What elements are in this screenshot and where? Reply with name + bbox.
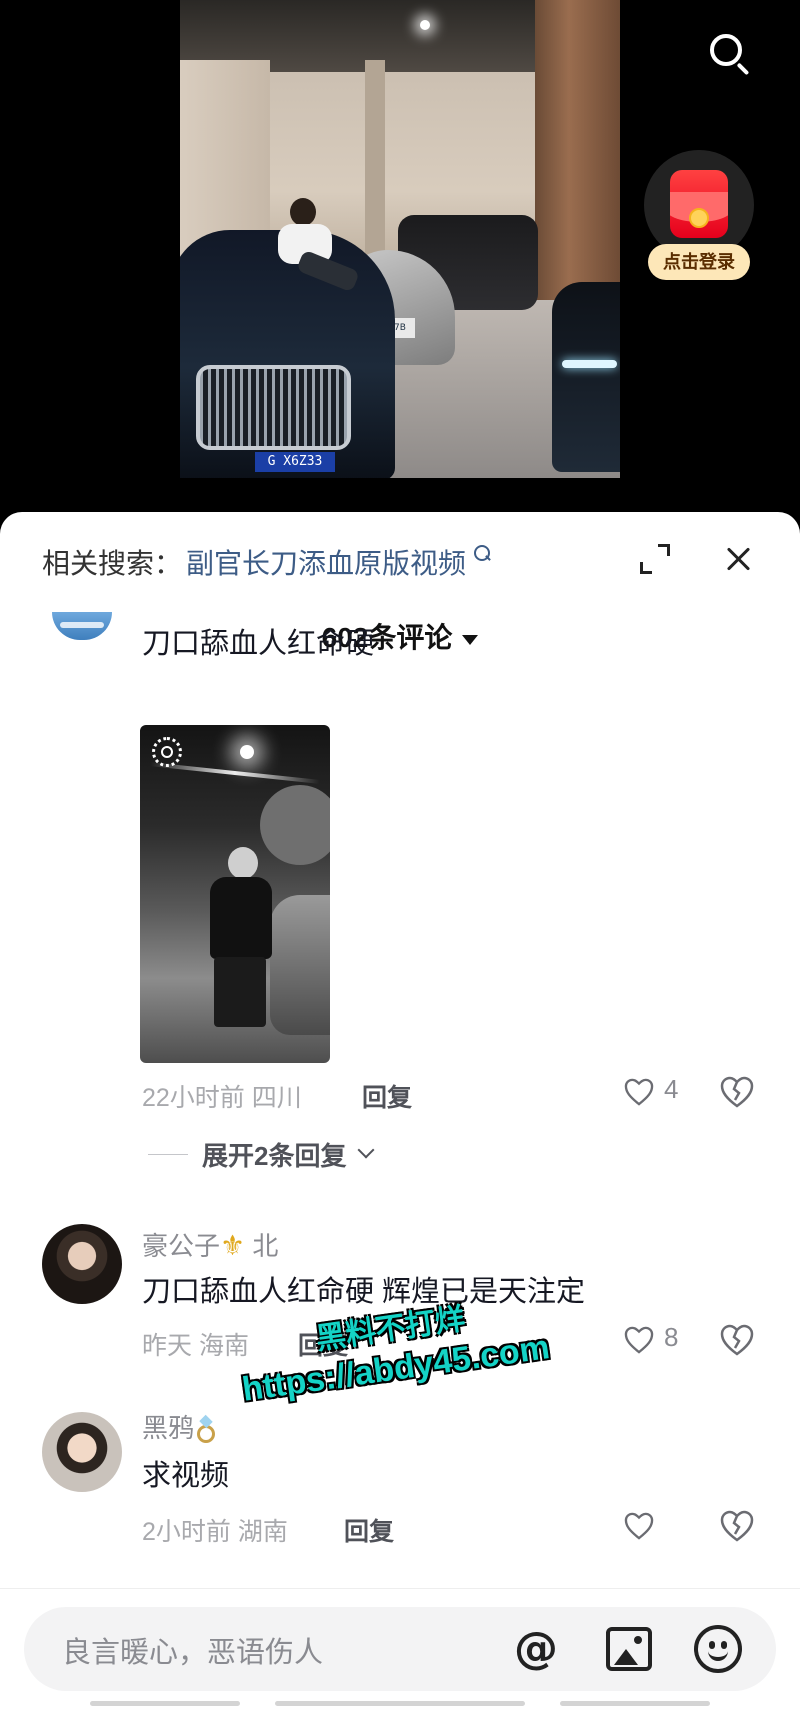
reply-button[interactable]: 回复 <box>344 1512 394 1548</box>
comment-image[interactable] <box>140 725 330 1063</box>
heart-icon <box>624 1512 654 1540</box>
comment-input[interactable]: 良言暖心，恶语伤人 @ <box>24 1607 776 1691</box>
avatar[interactable] <box>42 1412 122 1492</box>
garage-column <box>365 60 385 260</box>
related-search-label: 相关搜索： <box>42 548 183 579</box>
comment-text: 刀口舔血人红命硬 <box>142 628 375 660</box>
heart-icon <box>624 1326 654 1354</box>
car-right <box>552 282 620 472</box>
close-icon[interactable] <box>724 544 754 574</box>
comment-text: 求视频 <box>142 1460 230 1492</box>
username-suffix: 北 <box>252 1231 279 1261</box>
search-icon[interactable] <box>704 28 752 76</box>
car-grille <box>196 365 351 450</box>
ceiling-light <box>420 20 430 30</box>
related-search-link[interactable]: 副官长刀添血原版视频 <box>186 542 466 582</box>
license-plate: G X6Z33 <box>255 452 335 472</box>
emoji-icon[interactable] <box>694 1625 742 1673</box>
login-button[interactable]: 点击登录 <box>648 244 750 280</box>
fleur-de-lis-icon: ⚜ <box>220 1230 246 1261</box>
person-figure <box>278 198 360 298</box>
like-button[interactable]: 8 <box>620 1320 700 1360</box>
dislike-icon[interactable] <box>720 1510 754 1542</box>
related-search[interactable]: 相关搜索： 副官长刀添血原版视频 <box>42 542 492 582</box>
person-head <box>290 198 316 226</box>
like-button[interactable] <box>620 1506 700 1546</box>
username-text: 黑鸦 <box>142 1413 195 1443</box>
avatar[interactable] <box>42 1224 122 1304</box>
comment-time-location: 22小时前 四川 <box>142 1084 302 1112</box>
person-head <box>228 847 258 879</box>
home-indicator <box>275 1701 525 1706</box>
comment-count-sort[interactable]: 602条评论 <box>0 616 800 656</box>
person-legs <box>214 957 266 1027</box>
comment-sheet: 相关搜索： 副官长刀添血原版视频 602条评论 刀口舔血人红命硬 22小时前 四… <box>0 512 800 1709</box>
comment-time-location: 2小时前 湖南 <box>142 1518 288 1546</box>
garage-pillar <box>535 0 620 300</box>
divider-line <box>148 1153 188 1155</box>
search-icon[interactable] <box>474 545 492 567</box>
chevron-down-icon <box>357 1141 375 1159</box>
like-count: 8 <box>664 1322 679 1352</box>
expand-icon[interactable] <box>640 544 670 574</box>
comment-input-placeholder: 良言暖心，恶语伤人 <box>62 1637 324 1669</box>
comment-time-location: 昨天 海南 <box>142 1332 249 1360</box>
caret-down-icon <box>462 634 479 645</box>
mention-icon[interactable]: @ <box>512 1627 560 1675</box>
like-button[interactable]: 4 <box>620 1072 700 1112</box>
username[interactable]: 豪公子⚜ 北 <box>142 1226 278 1263</box>
expand-replies[interactable]: 展开2条回复 <box>148 1136 375 1172</box>
live-photo-icon <box>152 737 182 767</box>
expand-replies-label: 展开2条回复 <box>202 1140 347 1171</box>
reply-button[interactable]: 回复 <box>362 1078 412 1114</box>
heart-icon <box>624 1078 654 1106</box>
home-indicator <box>90 1701 240 1706</box>
video-area[interactable]: 7B G X6Z33 点击登录 <box>0 0 800 530</box>
ring-icon <box>194 1414 218 1444</box>
avatar[interactable] <box>52 612 112 652</box>
dislike-icon[interactable] <box>720 1076 754 1108</box>
video-frame[interactable]: 7B G X6Z33 <box>180 0 620 478</box>
image-icon[interactable] <box>606 1627 652 1671</box>
car-headlight <box>562 360 617 368</box>
tree <box>260 785 330 865</box>
username[interactable]: 黑鸦 <box>142 1408 218 1445</box>
like-count: 4 <box>664 1074 679 1104</box>
username-text: 豪公子 <box>142 1231 221 1261</box>
car <box>270 895 330 1035</box>
street-light <box>240 745 254 759</box>
person-body <box>210 877 272 959</box>
home-indicator <box>560 1701 710 1706</box>
red-envelope-icon[interactable] <box>670 170 728 238</box>
dislike-icon[interactable] <box>720 1324 754 1356</box>
login-widget[interactable]: 点击登录 <box>644 150 754 290</box>
comment-input-bar: 良言暖心，恶语伤人 @ <box>0 1588 800 1709</box>
